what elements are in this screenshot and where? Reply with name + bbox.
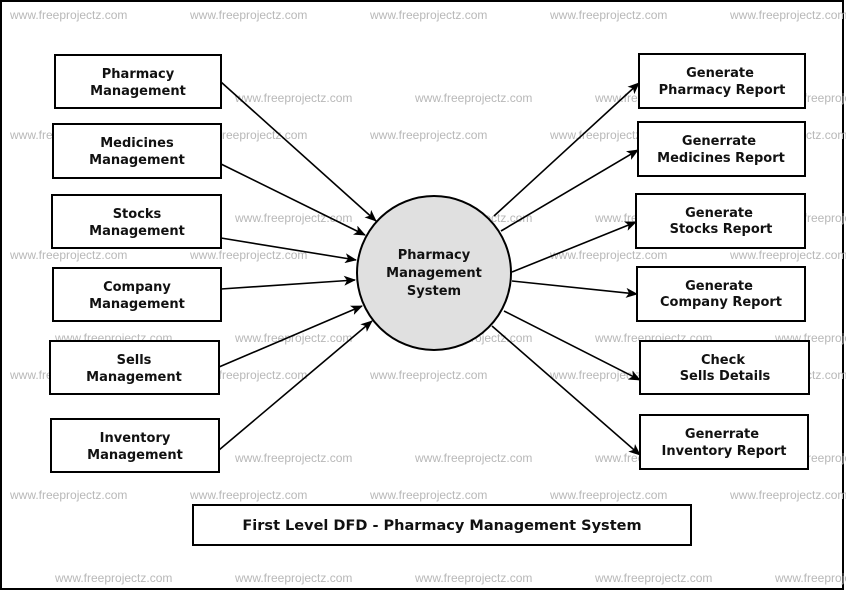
watermark-text: www.freeprojectz.com: [729, 248, 846, 262]
watermark-text: www.freeprojectz.com: [9, 488, 127, 502]
process-node[interactable]: Pharmacy Management System: [356, 195, 512, 351]
dfd-diagram: www.freeprojectz.com www.freeprojectz.com…: [0, 0, 846, 590]
watermark-text: www.freeprojectz.com: [369, 488, 487, 502]
watermark-text: www.freeprojectz.com: [9, 8, 127, 22]
watermark-text: www.freeprojectz.com: [414, 91, 532, 105]
watermark-text: www.freeprojectz.com: [234, 571, 352, 585]
input-entity-stocks[interactable]: Stocks Management: [51, 194, 222, 249]
entity-label-line-1: Generrate: [685, 427, 759, 442]
watermark-text: www.freeprojectz.com: [414, 451, 532, 465]
entity-label-line-2: Management: [86, 370, 182, 385]
watermark-text: www.freeprojectz.com: [369, 128, 487, 142]
entity-label-line-1: Generate: [685, 279, 753, 294]
watermark-text: www.freeprojectz.com: [234, 451, 352, 465]
input-entity-pharmacy[interactable]: Pharmacy Management: [54, 54, 222, 109]
entity-box: [635, 193, 806, 249]
watermark-text: www.freeprojectz.com: [234, 331, 352, 345]
watermark-text: www.freeprojectz.com: [729, 488, 846, 502]
watermark-text: www.freeprojectz.com: [369, 368, 487, 382]
output-entity-medicines-report[interactable]: Generrate Medicines Report: [637, 121, 806, 177]
watermark-text: www.freeprojectz.com: [549, 488, 667, 502]
diagram-title: First Level DFD - Pharmacy Management Sy…: [242, 518, 641, 534]
input-entity-inventory[interactable]: Inventory Management: [50, 418, 220, 473]
entity-label-line-1: Generate: [685, 206, 753, 221]
watermark-text: www.freeprojectz.com: [54, 571, 172, 585]
watermark-text: www.freeprojectz.com: [189, 8, 307, 22]
watermark-text: www.freeprojectz.com: [189, 248, 307, 262]
watermark-text: www.freeprojectz.com: [189, 488, 307, 502]
output-entity-sells-details[interactable]: Check Sells Details: [639, 340, 810, 395]
diagram-title-box: First Level DFD - Pharmacy Management Sy…: [192, 504, 692, 546]
entity-label-line-1: Company: [103, 280, 171, 295]
watermark-text: www.freeprojectz.com: [234, 211, 352, 225]
entity-box: [639, 414, 809, 470]
watermark-text: www.freeprojectz.com: [729, 8, 846, 22]
entity-box: [636, 266, 806, 322]
watermark-text: www.freeprojectz.com: [369, 8, 487, 22]
entity-label-line-2: Inventory Report: [662, 444, 787, 459]
entity-label-line-1: Inventory: [100, 431, 171, 446]
process-label-line-3: System: [407, 284, 461, 299]
entity-label-line-2: Management: [89, 297, 185, 312]
watermark-text: www.freeprojectz.com: [774, 571, 846, 585]
watermark-text: www.freeprojectz.com: [9, 248, 127, 262]
watermark-text: www.freeprojectz.com: [414, 571, 532, 585]
entity-label-line-1: Stocks: [113, 207, 162, 222]
watermark-text: www.freeprojectz.com: [594, 571, 712, 585]
entity-label-line-2: Pharmacy Report: [659, 83, 786, 98]
entity-label-line-2: Management: [89, 224, 185, 239]
entity-box: [638, 53, 806, 109]
input-entity-sells[interactable]: Sells Management: [49, 340, 220, 395]
input-entity-company[interactable]: Company Management: [52, 267, 222, 322]
entity-label-line-1: Pharmacy: [102, 67, 175, 82]
entity-label-line-2: Management: [90, 84, 186, 99]
entity-label-line-2: Company Report: [660, 295, 782, 310]
entity-label-line-2: Management: [89, 153, 185, 168]
output-entity-stocks-report[interactable]: Generate Stocks Report: [635, 193, 806, 249]
process-label-line-2: Management: [386, 266, 482, 281]
output-entity-inventory-report[interactable]: Generrate Inventory Report: [639, 414, 809, 470]
entity-label-line-1: Check: [701, 353, 745, 368]
entity-label-line-1: Medicines: [100, 136, 174, 151]
entity-label-line-2: Medicines Report: [657, 151, 785, 166]
entity-label-line-1: Generate: [686, 66, 754, 81]
entity-label-line-1: Generrate: [682, 134, 756, 149]
entity-box: [52, 123, 222, 179]
entity-box: [637, 121, 806, 177]
entity-label-line-2: Sells Details: [680, 369, 771, 384]
process-label-line-1: Pharmacy: [398, 248, 471, 263]
entity-label-line-2: Management: [87, 448, 183, 463]
entity-label-line-1: Sells: [117, 353, 152, 368]
output-entity-company-report[interactable]: Generate Company Report: [636, 266, 806, 322]
entity-label-line-2: Stocks Report: [670, 222, 773, 237]
watermark-text: www.freeprojectz.com: [549, 8, 667, 22]
input-entity-medicines[interactable]: Medicines Management: [52, 123, 222, 179]
output-entity-pharmacy-report[interactable]: Generate Pharmacy Report: [638, 53, 806, 109]
watermark-text: www.freeprojectz.com: [234, 91, 352, 105]
